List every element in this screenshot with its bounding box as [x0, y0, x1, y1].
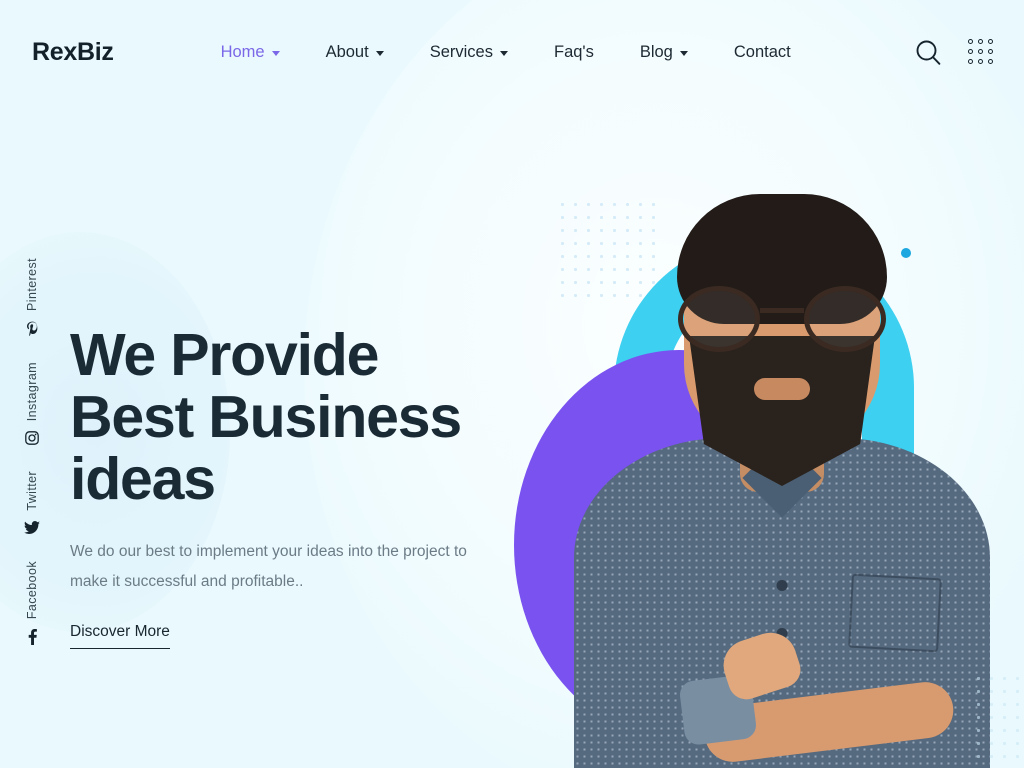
nav-item-label: Services	[429, 42, 493, 61]
grid-dot	[968, 49, 973, 54]
hero-person-photo	[562, 150, 1002, 768]
person-mouth	[754, 378, 810, 400]
search-icon[interactable]	[915, 39, 942, 66]
person-glasses	[678, 286, 886, 352]
person-arms	[586, 618, 978, 768]
grid-dot	[968, 39, 973, 44]
grid-dot	[988, 59, 993, 64]
hero-title-line-3: ideas	[70, 445, 216, 512]
hero-copy: We Provide Best Business ideas We do our…	[70, 322, 540, 650]
social-link-pinterest[interactable]: Pinterest	[25, 258, 39, 337]
twitter-icon	[24, 520, 40, 535]
nav-item-home[interactable]: Home	[198, 44, 303, 61]
social-links-rail: Pinterest Instagram Twitter Facebook	[14, 258, 50, 645]
grid-dot	[968, 59, 973, 64]
chevron-down-icon	[499, 50, 508, 56]
social-link-label: Twitter	[25, 471, 39, 511]
chevron-down-icon	[271, 50, 280, 56]
nav-item-faqs[interactable]: Faq's	[531, 44, 617, 61]
site-header: RexBiz Home About Services Faq's Blog Co…	[0, 0, 1024, 104]
social-link-label: Pinterest	[25, 258, 39, 311]
social-link-facebook[interactable]: Facebook	[25, 561, 39, 645]
nav-item-services[interactable]: Services	[407, 44, 531, 61]
grid-dot	[988, 49, 993, 54]
social-link-instagram[interactable]: Instagram	[25, 362, 39, 445]
hero-title-line-1: We Provide	[70, 322, 379, 388]
nav-item-label: Home	[220, 42, 265, 61]
page-title: We Provide Best Business ideas	[70, 322, 540, 512]
grid-dot	[978, 39, 983, 44]
shirt-button	[776, 580, 788, 591]
hero-page: RexBiz Home About Services Faq's Blog Co…	[0, 0, 1024, 768]
nav-item-label: Contact	[733, 42, 791, 61]
nav-item-contact[interactable]: Contact	[711, 44, 814, 61]
main-navigation: Home About Services Faq's Blog Contact	[198, 44, 814, 61]
nav-item-label: About	[325, 42, 369, 61]
social-link-label: Facebook	[25, 560, 39, 619]
hero-artwork	[504, 0, 1024, 768]
nav-item-blog[interactable]: Blog	[617, 44, 711, 61]
glasses-lens-right	[804, 286, 886, 352]
grid-menu-icon[interactable]	[968, 39, 994, 65]
grid-dot	[978, 49, 983, 54]
discover-more-link[interactable]: Discover More	[70, 623, 170, 650]
nav-item-label: Faq's	[553, 42, 594, 61]
dotted-grid-bottom	[972, 672, 1024, 768]
grid-dot	[988, 39, 993, 44]
nav-item-about[interactable]: About	[303, 44, 407, 61]
glasses-lens-left	[678, 286, 760, 352]
facebook-icon	[28, 628, 37, 645]
chevron-down-icon	[679, 50, 688, 56]
grid-dot	[978, 59, 983, 64]
pinterest-icon	[26, 321, 39, 337]
chevron-down-icon	[375, 50, 384, 56]
brand-logo[interactable]: RexBiz	[32, 39, 114, 65]
hero-title-line-2: Best Business	[70, 383, 462, 450]
instagram-icon	[25, 431, 39, 445]
social-link-twitter[interactable]: Twitter	[24, 471, 40, 535]
hero-subtitle: We do our best to implement your ideas i…	[70, 542, 467, 591]
social-link-label: Instagram	[25, 361, 39, 422]
header-actions	[915, 39, 994, 66]
glasses-bridge	[760, 308, 804, 313]
nav-item-label: Blog	[639, 42, 673, 61]
